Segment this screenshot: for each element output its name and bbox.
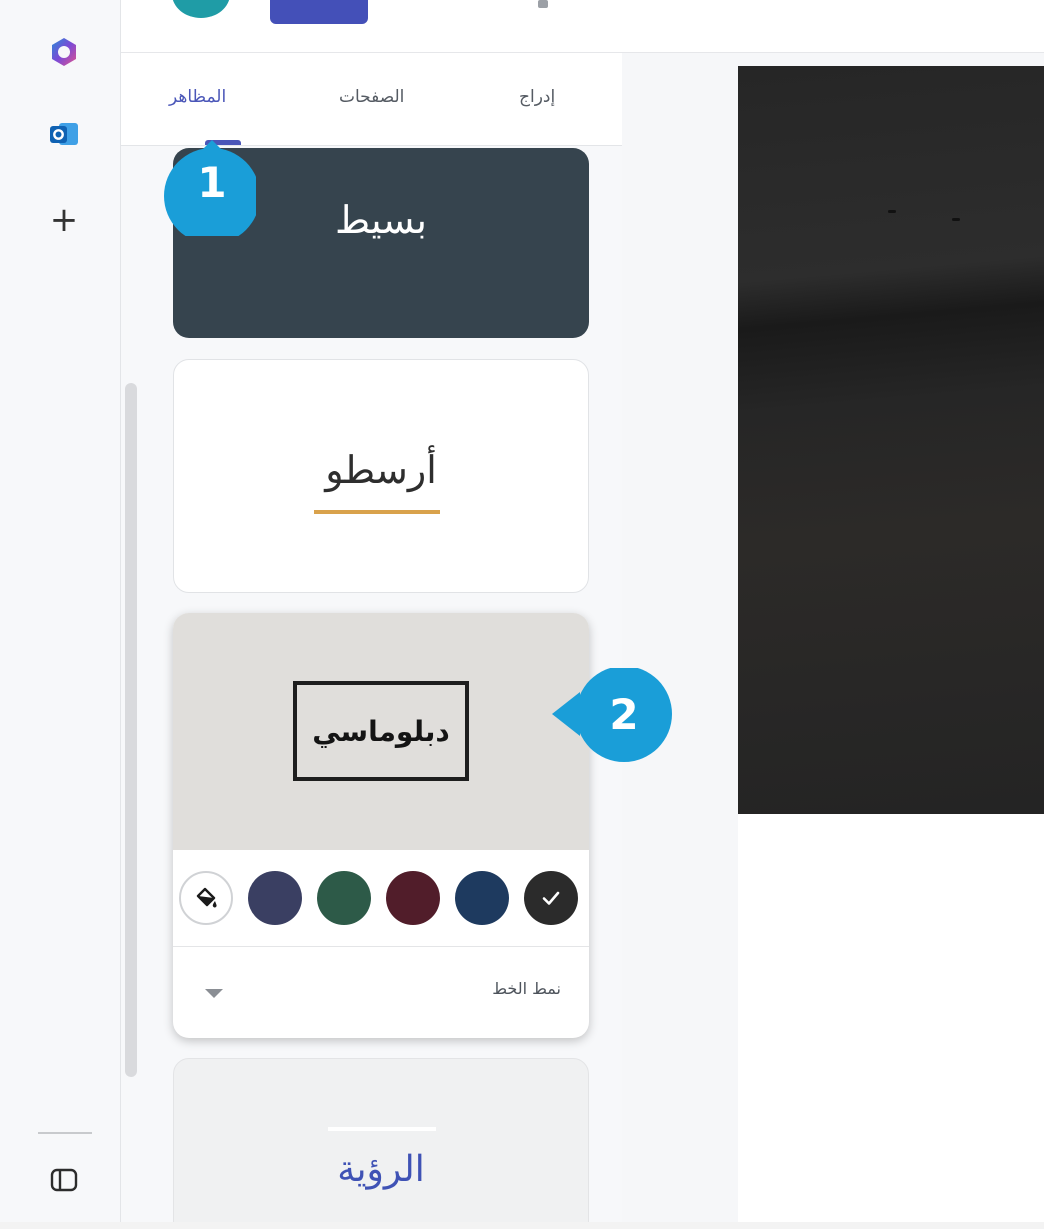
- color-swatch-maroon[interactable]: [386, 871, 440, 925]
- font-style-label: نمط الخط: [492, 979, 561, 998]
- copilot-icon[interactable]: [44, 32, 84, 72]
- toolbar-mark: [538, 0, 548, 8]
- pane-tabs: إدراج الصفحات المظاهر: [121, 53, 622, 146]
- theme-card-vision[interactable]: الرؤية: [173, 1058, 589, 1222]
- tab-themes[interactable]: المظاهر: [169, 87, 226, 107]
- callout-number-1: 1: [197, 157, 227, 207]
- color-swatch-navy[interactable]: [248, 871, 302, 925]
- theme-title-diplomatic: دبلوماسي: [312, 714, 450, 748]
- theme-title-aristotle: أرسطو: [325, 448, 437, 492]
- font-style-dropdown[interactable]: نمط الخط: [173, 947, 589, 1038]
- slide-canvas[interactable]: [738, 66, 1044, 1222]
- paint-bucket-icon[interactable]: [179, 871, 233, 925]
- copilot-glyph: [52, 38, 76, 66]
- outlook-glyph: [50, 123, 78, 145]
- theme-title-vision: الرؤية: [337, 1149, 425, 1190]
- sidebar-toggle-glyph: [50, 1168, 78, 1192]
- theme-title-frame: دبلوماسي: [293, 681, 469, 781]
- outlook-icon[interactable]: [44, 114, 84, 154]
- pane-scrollbar[interactable]: [125, 383, 137, 1077]
- chevron-down-icon: [205, 989, 223, 998]
- callout-marker-2: 2: [552, 668, 672, 764]
- slide-image[interactable]: [738, 66, 1044, 814]
- color-swatch-green[interactable]: [317, 871, 371, 925]
- callout-number-2: 2: [609, 689, 639, 739]
- plus-icon[interactable]: +: [44, 200, 84, 240]
- theme-card-diplomatic[interactable]: دبلوماسي نمط الخط: [173, 613, 589, 1038]
- check-icon: [542, 891, 560, 905]
- tab-insert[interactable]: إدراج: [519, 87, 555, 107]
- sidebar-toggle-icon[interactable]: [44, 1160, 84, 1200]
- color-swatches: [173, 850, 589, 947]
- color-swatch-charcoal[interactable]: [524, 871, 578, 925]
- theme-preview-diplomatic[interactable]: دبلوماسي: [173, 613, 589, 850]
- callout-marker-1: 1: [160, 140, 260, 244]
- theme-card-aristotle[interactable]: أرسطو: [173, 359, 589, 593]
- image-detail: [888, 210, 896, 213]
- tab-pages[interactable]: الصفحات: [339, 87, 404, 107]
- app-window: + إدراج الصفحات المظاهر بسيط أرسطو دبلوم…: [0, 0, 1044, 1222]
- plus-glyph: +: [49, 200, 79, 240]
- color-swatch-blue[interactable]: [455, 871, 509, 925]
- image-detail: [952, 218, 960, 221]
- paint-bucket-glyph: [196, 887, 217, 908]
- rail-divider: [38, 1132, 92, 1134]
- share-button[interactable]: [270, 0, 368, 24]
- top-toolbar: [121, 0, 1044, 53]
- theme-accent-line: [314, 510, 440, 514]
- theme-accent-bar: [328, 1127, 436, 1131]
- left-rail: +: [0, 0, 121, 1222]
